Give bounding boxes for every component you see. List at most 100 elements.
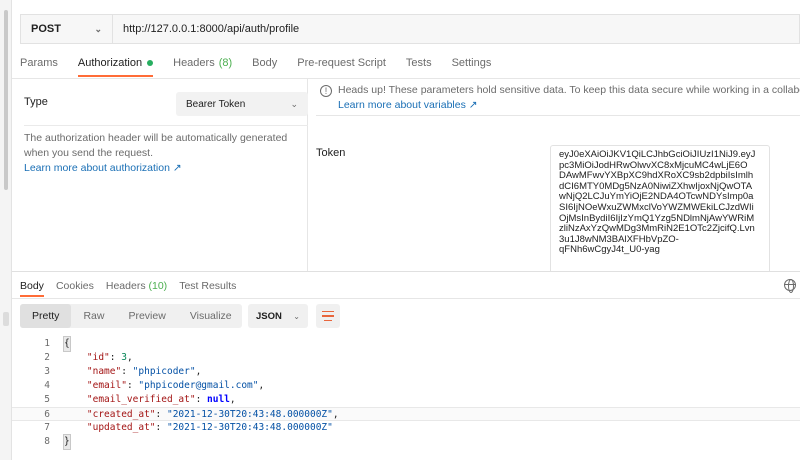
line-number: 8 (44, 436, 50, 447)
auth-type-select[interactable]: Bearer Token ⌄ (176, 92, 308, 116)
tab-prerequest-label: Pre-request Script (297, 57, 386, 69)
format-value: JSON (256, 310, 282, 322)
line-number: 1 (44, 338, 50, 349)
code-line: 2 "id": 3, (12, 351, 800, 365)
line-number: 3 (44, 366, 50, 377)
tab-authorization[interactable]: Authorization (77, 52, 154, 77)
wrap-lines-button[interactable] (316, 304, 340, 328)
tab-settings[interactable]: Settings (452, 52, 492, 74)
json-key: "updated_at" (86, 422, 156, 433)
tab-headers-label: Headers (173, 57, 215, 69)
info-icon: ! (320, 85, 332, 97)
tab-tests[interactable]: Tests (406, 52, 432, 74)
wrap-lines-icon (322, 315, 334, 317)
learn-more-variables-link[interactable]: Learn more about variables ↗ (338, 99, 478, 111)
brace: } (63, 434, 71, 450)
sensitive-data-notice: ! Heads up! These parameters hold sensit… (316, 80, 800, 116)
scrollbar-thumb[interactable] (4, 10, 8, 190)
response-body-editor[interactable]: 1 { 2 "id": 3, 3 "name": "phpicoder", 4 … (12, 336, 800, 457)
response-tabs: Body Cookies Headers (10) Test Results (20, 278, 248, 297)
token-label: Token (316, 147, 346, 159)
format-select[interactable]: JSON ⌄ (248, 304, 308, 328)
view-pretty-button[interactable]: Pretty (20, 304, 72, 328)
auth-type-value: Bearer Token (186, 98, 246, 110)
auth-type-panel: Type Bearer Token ⌄ The authorization he… (12, 79, 308, 271)
wrap-lines-icon (324, 319, 332, 322)
response-view-modes: Pretty Raw Preview Visualize (20, 304, 242, 328)
tab-authorization-label: Authorization (77, 57, 143, 69)
json-key: "id" (86, 352, 110, 363)
brace: { (63, 336, 71, 352)
chevron-down-icon: ⌄ (94, 23, 102, 34)
token-input[interactable]: eyJ0eXAiOiJKV1QiLCJhbGciOiJIUzI1NiJ9.eyJ… (550, 145, 770, 271)
code-line: 4 "email": "phpicoder@gmail.com", (12, 379, 800, 393)
view-preview-button[interactable]: Preview (116, 304, 177, 328)
url-input[interactable]: http://127.0.0.1:8000/api/auth/profile (112, 14, 800, 44)
tab-prerequest-script[interactable]: Pre-request Script (297, 52, 386, 74)
token-line: qFNh6wCgyJ4t_U0-yag (559, 244, 660, 256)
http-method-select[interactable]: POST ⌄ (20, 14, 112, 44)
line-number: 6 (44, 409, 50, 420)
response-tab-body[interactable]: Body (20, 280, 44, 297)
sidebar-scroll-strip (0, 0, 12, 460)
globe-icon[interactable] (784, 279, 796, 293)
code-line: 1 { (12, 336, 800, 352)
json-value: "2021-12-30T20:43:48.000000Z" (166, 422, 333, 433)
chevron-down-icon: ⌄ (293, 311, 300, 321)
response-tab-headers-label: Headers (105, 280, 146, 292)
response-tab-test-results[interactable]: Test Results (179, 280, 236, 292)
json-comma: , (126, 352, 133, 363)
code-line-current: 6 "created_at": "2021-12-30T20:43:48.000… (12, 407, 800, 421)
chevron-down-icon: ⌄ (290, 98, 298, 109)
response-tab-headers[interactable]: Headers (10) (106, 280, 167, 292)
divider (12, 298, 800, 299)
token-line: SI6IjNOeWxuZWMxclVoYWZMWEkiLCJzdWIi (559, 201, 754, 213)
json-comma: , (332, 409, 339, 420)
divider (12, 271, 800, 272)
line-number: 5 (44, 394, 50, 405)
json-value: "phpicoder" (132, 366, 196, 377)
notice-text: Heads up! These parameters hold sensitiv… (338, 84, 800, 96)
json-comma: , (195, 366, 202, 377)
status-dot-icon (147, 60, 154, 66)
json-key: "name" (86, 366, 122, 377)
tab-settings-label: Settings (451, 57, 492, 69)
auth-description: The authorization header will be automat… (24, 132, 288, 159)
request-tabs: Params Authorization Headers (8) Body Pre… (20, 52, 511, 77)
auth-type-label: Type (24, 96, 48, 108)
divider (24, 125, 308, 126)
request-url-bar: POST ⌄ http://127.0.0.1:8000/api/auth/pr… (20, 14, 800, 44)
line-number: 7 (44, 422, 50, 433)
http-method-label: POST (31, 23, 61, 35)
code-line: 8 } (12, 434, 800, 450)
code-line: 5 "email_verified_at": null, (12, 393, 800, 407)
response-tab-headers-count: (10) (148, 280, 168, 292)
response-tab-cookies[interactable]: Cookies (56, 280, 94, 292)
json-value: "phpicoder@gmail.com" (138, 380, 259, 391)
line-number: 2 (44, 352, 50, 363)
token-line: eyJ0eXAiOiJKV1QiLCJhbGciOiJIUzI1NiJ9.eyJ (559, 149, 756, 160)
url-text: http://127.0.0.1:8000/api/auth/profile (123, 23, 300, 35)
tab-headers-count: (8) (218, 57, 233, 69)
json-key: "created_at" (86, 409, 156, 420)
code-line: 7 "updated_at": "2021-12-30T20:43:48.000… (12, 421, 800, 435)
wrap-lines-icon (322, 310, 334, 313)
json-value: "2021-12-30T20:43:48.000000Z" (166, 409, 333, 420)
json-value: null (207, 394, 230, 405)
view-raw-button[interactable]: Raw (71, 304, 116, 328)
tab-headers[interactable]: Headers (8) (173, 52, 232, 74)
tab-body-label: Body (252, 57, 278, 69)
json-key: "email_verified_at" (86, 394, 196, 405)
json-key: "email" (86, 380, 127, 391)
tab-tests-label: Tests (405, 57, 432, 69)
scrollbar-thumb-lower[interactable] (3, 312, 9, 326)
tab-body[interactable]: Body (252, 52, 277, 74)
json-comma: , (258, 380, 265, 391)
learn-more-authorization-link[interactable]: Learn more about authorization ↗ (24, 162, 182, 174)
json-comma: , (229, 394, 236, 405)
code-line: 3 "name": "phpicoder", (12, 365, 800, 379)
tab-params-label: Params (20, 57, 58, 69)
tab-params[interactable]: Params (20, 52, 58, 74)
line-number: 4 (44, 380, 50, 391)
view-visualize-button[interactable]: Visualize (178, 304, 244, 328)
